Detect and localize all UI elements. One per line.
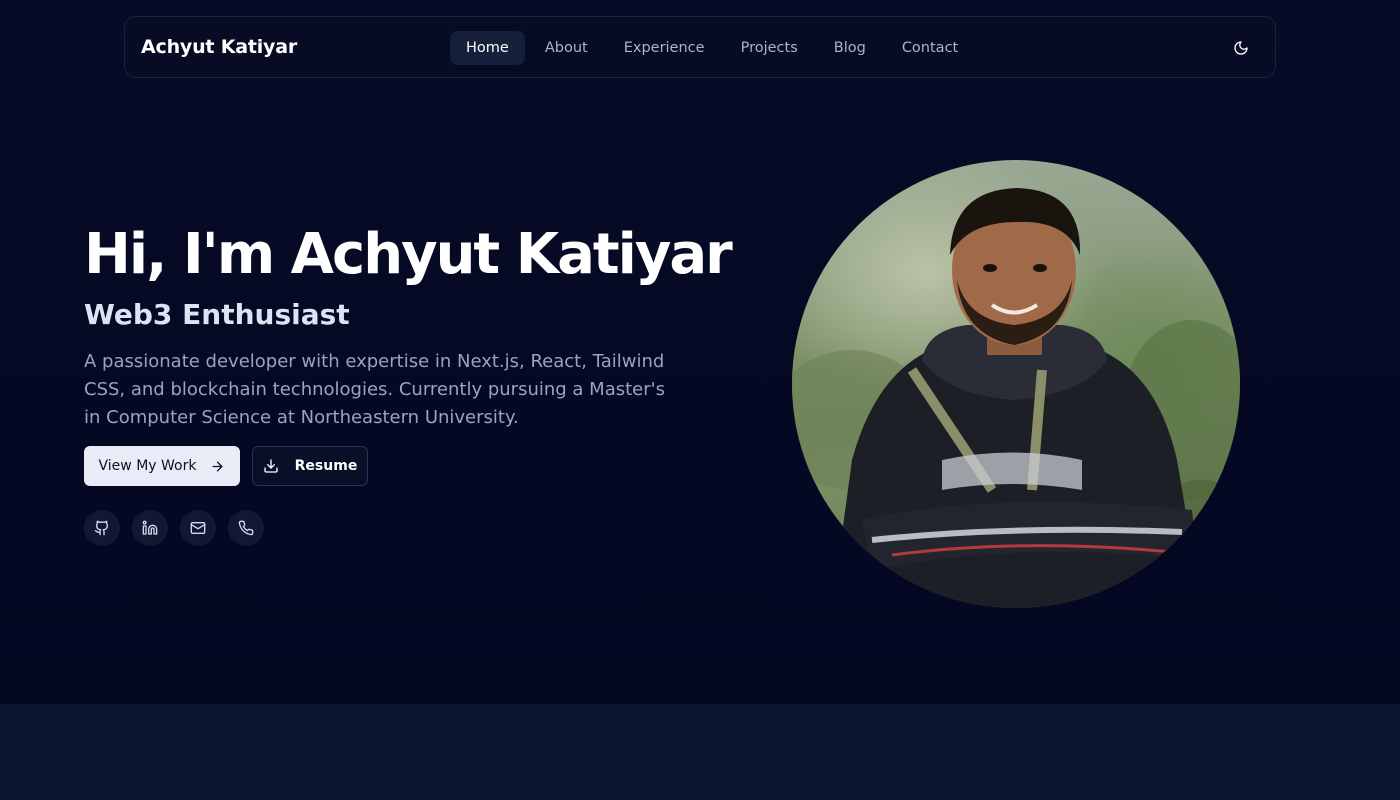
- phone-link[interactable]: [228, 510, 264, 546]
- nav-link-contact[interactable]: Contact: [886, 31, 974, 65]
- profile-photo-illustration: [792, 188, 1240, 608]
- page: Achyut Katiyar Home About Experience Pro…: [0, 0, 1400, 800]
- phone-icon: [238, 520, 254, 536]
- view-my-work-label: View My Work: [98, 458, 197, 474]
- brand-logo[interactable]: Achyut Katiyar: [141, 36, 297, 58]
- nav-links: Home About Experience Projects Blog Cont…: [450, 31, 974, 65]
- hero-title: Hi, I'm Achyut Katiyar: [84, 222, 733, 287]
- email-link[interactable]: [180, 510, 216, 546]
- nav-link-blog[interactable]: Blog: [818, 31, 882, 65]
- navbar: Achyut Katiyar Home About Experience Pro…: [124, 16, 1276, 78]
- nav-link-projects[interactable]: Projects: [725, 31, 814, 65]
- social-links: [84, 510, 264, 546]
- hero-description: A passionate developer with expertise in…: [84, 351, 665, 428]
- arrow-right-icon: [212, 461, 223, 471]
- linkedin-icon: [142, 520, 158, 535]
- github-link[interactable]: [84, 510, 120, 546]
- theme-toggle-button[interactable]: [1229, 36, 1253, 60]
- github-icon: [94, 520, 109, 536]
- profile-photo: [792, 160, 1240, 608]
- hero-subtitle: Web3 Enthusiast: [84, 298, 350, 331]
- download-icon: [263, 459, 278, 473]
- nav-link-home[interactable]: Home: [450, 31, 525, 65]
- view-my-work-button[interactable]: View My Work: [84, 446, 240, 486]
- next-section-band: [0, 704, 1400, 800]
- mail-icon: [190, 522, 206, 534]
- resume-button[interactable]: Resume: [252, 446, 368, 486]
- nav-link-experience[interactable]: Experience: [608, 31, 721, 65]
- nav-link-about[interactable]: About: [529, 31, 604, 65]
- resume-label: Resume: [294, 458, 358, 474]
- moon-icon: [1234, 41, 1248, 55]
- linkedin-link[interactable]: [132, 510, 168, 546]
